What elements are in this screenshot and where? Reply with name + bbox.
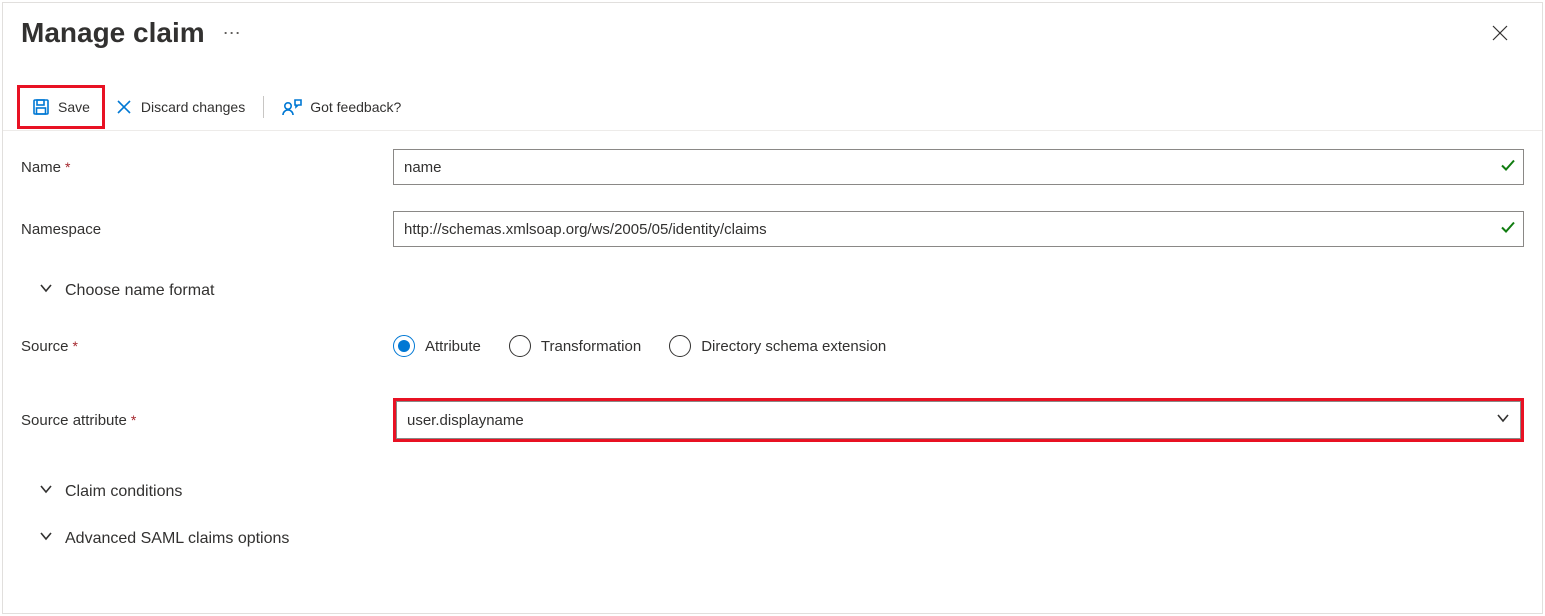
manage-claim-panel: Manage claim ⋯ Save Discard changes Got …	[2, 2, 1543, 614]
claim-conditions-expander[interactable]: Claim conditions	[21, 482, 1524, 501]
toolbar-separator	[263, 96, 264, 118]
page-title: Manage claim	[21, 17, 205, 49]
check-icon	[1500, 158, 1516, 177]
close-icon	[1491, 24, 1509, 42]
choose-name-format-label: Choose name format	[65, 282, 214, 300]
radio-icon	[393, 335, 415, 357]
save-button[interactable]: Save	[22, 92, 100, 122]
highlight-save: Save	[17, 85, 105, 129]
discard-label: Discard changes	[141, 99, 245, 115]
source-attribute-label: Source attribute*	[21, 412, 393, 429]
namespace-input[interactable]	[393, 211, 1524, 247]
save-label: Save	[58, 99, 90, 115]
chevron-down-icon	[39, 281, 53, 300]
source-radio-group: Attribute Transformation Directory schem…	[393, 335, 1524, 357]
chevron-down-icon	[39, 482, 53, 501]
required-marker: *	[73, 338, 78, 354]
discard-icon	[115, 98, 133, 116]
discard-button[interactable]: Discard changes	[105, 92, 255, 122]
source-directory-schema-extension-radio[interactable]: Directory schema extension	[669, 335, 886, 357]
advanced-saml-expander[interactable]: Advanced SAML claims options	[21, 529, 1524, 548]
namespace-row: Namespace	[21, 211, 1524, 247]
radio-icon	[669, 335, 691, 357]
source-row: Source* Attribute Transformation Directo…	[21, 328, 1524, 364]
source-attribute-dropdown[interactable]: user.displayname	[396, 401, 1521, 439]
check-icon	[1500, 220, 1516, 239]
source-attribute-row: Source attribute* user.displayname	[21, 398, 1524, 442]
feedback-button[interactable]: Got feedback?	[272, 92, 411, 122]
panel-header: Manage claim ⋯	[3, 3, 1542, 55]
more-actions-button[interactable]: ⋯	[223, 23, 242, 44]
required-marker: *	[131, 412, 136, 428]
required-marker: *	[65, 159, 70, 175]
namespace-label: Namespace	[21, 221, 393, 238]
source-attribute-radio[interactable]: Attribute	[393, 335, 481, 357]
source-label: Source*	[21, 338, 393, 355]
source-transformation-radio[interactable]: Transformation	[509, 335, 641, 357]
feedback-icon	[282, 98, 302, 116]
save-icon	[32, 98, 50, 116]
advanced-saml-label: Advanced SAML claims options	[65, 530, 289, 548]
choose-name-format-expander[interactable]: Choose name format	[21, 281, 1524, 300]
highlight-source-attribute: user.displayname	[393, 398, 1524, 442]
name-input[interactable]	[393, 149, 1524, 185]
chevron-down-icon	[1496, 411, 1510, 429]
claim-conditions-label: Claim conditions	[65, 483, 182, 501]
radio-icon	[509, 335, 531, 357]
feedback-label: Got feedback?	[310, 99, 401, 115]
name-label: Name*	[21, 159, 393, 176]
close-button[interactable]	[1484, 17, 1516, 49]
name-row: Name*	[21, 149, 1524, 185]
form: Name* Namespace	[3, 131, 1542, 548]
chevron-down-icon	[39, 529, 53, 548]
toolbar: Save Discard changes Got feedback?	[3, 83, 1542, 131]
